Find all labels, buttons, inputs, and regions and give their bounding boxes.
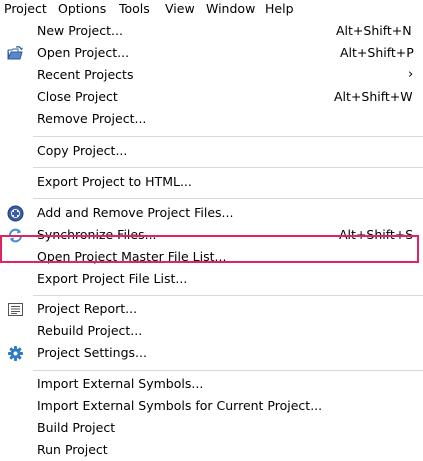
- menu-item-label: Recent Projects: [37, 67, 134, 82]
- menu-item-export-html[interactable]: Export Project to HTML...: [0, 171, 423, 193]
- menu-item-rebuild-project[interactable]: Rebuild Project...: [0, 320, 423, 342]
- menu-project[interactable]: Project: [4, 0, 47, 17]
- add-remove-files-icon: [7, 205, 24, 222]
- gear-icon: [7, 345, 24, 362]
- menu-item-recent-projects[interactable]: Recent Projects ›: [0, 64, 423, 86]
- menu-item-remove-project[interactable]: Remove Project...: [0, 108, 423, 130]
- menu-window[interactable]: Window: [206, 0, 255, 17]
- menu-item-label: Build Project: [37, 420, 116, 435]
- menu-item-label: Export Project to HTML...: [37, 174, 192, 189]
- menu-item-label: Open Project...: [37, 45, 130, 60]
- menu-item-label: Close Project: [37, 89, 118, 104]
- open-folder-icon: [7, 45, 24, 62]
- menu-bar: Project Options Tools View Window Help: [0, 0, 423, 17]
- menu-item-project-report[interactable]: Project Report...: [0, 298, 423, 320]
- menu-separator: [33, 198, 423, 199]
- shortcut-label: Alt+Shift+W: [334, 89, 413, 104]
- menu-item-open-project[interactable]: Open Project... Alt+Shift+P: [0, 42, 423, 64]
- menu-item-label: Copy Project...: [37, 143, 128, 158]
- menu-item-label: Export Project File List...: [37, 271, 188, 286]
- menu-separator: [33, 136, 423, 137]
- shortcut-label: Alt+Shift+P: [340, 45, 414, 60]
- menu-item-label: Run Project: [37, 442, 108, 457]
- project-menu-dropdown: New Project... Alt+Shift+N Open Project.…: [0, 17, 423, 461]
- menu-item-label: Add and Remove Project Files...: [37, 205, 234, 220]
- menu-item-copy-project[interactable]: Copy Project...: [0, 140, 423, 162]
- menu-item-label: Project Report...: [37, 301, 138, 316]
- menu-item-project-settings[interactable]: Project Settings...: [0, 342, 423, 364]
- menu-item-label: New Project...: [37, 23, 123, 38]
- report-icon: [7, 301, 24, 318]
- menu-separator: [33, 167, 423, 168]
- menu-item-export-file-list[interactable]: Export Project File List...: [0, 268, 423, 290]
- menu-item-add-remove-files[interactable]: Add and Remove Project Files...: [0, 202, 423, 224]
- menu-item-label: Import External Symbols...: [37, 376, 204, 391]
- menu-tools[interactable]: Tools: [119, 0, 150, 17]
- menu-item-close-project[interactable]: Close Project Alt+Shift+W: [0, 86, 423, 108]
- menu-item-label: Import External Symbols for Current Proj…: [37, 398, 323, 413]
- menu-separator: [33, 295, 423, 296]
- menu-item-build-project[interactable]: Build Project: [0, 417, 423, 439]
- menu-help[interactable]: Help: [265, 0, 294, 17]
- menu-item-new-project[interactable]: New Project... Alt+Shift+N: [0, 20, 423, 42]
- menu-item-import-symbols-current[interactable]: Import External Symbols for Current Proj…: [0, 395, 423, 417]
- menu-item-label: Remove Project...: [37, 111, 147, 126]
- menu-item-import-symbols[interactable]: Import External Symbols...: [0, 373, 423, 395]
- menu-item-label: Project Settings...: [37, 345, 147, 360]
- menu-item-run-project[interactable]: Run Project: [0, 439, 423, 461]
- submenu-arrow-icon: ›: [408, 67, 414, 82]
- menu-item-label: Rebuild Project...: [37, 323, 143, 338]
- menu-separator: [33, 370, 423, 371]
- menu-view[interactable]: View: [165, 0, 195, 17]
- highlight-annotation-box: [0, 235, 419, 263]
- menu-options[interactable]: Options: [58, 0, 106, 17]
- shortcut-label: Alt+Shift+N: [336, 23, 412, 38]
